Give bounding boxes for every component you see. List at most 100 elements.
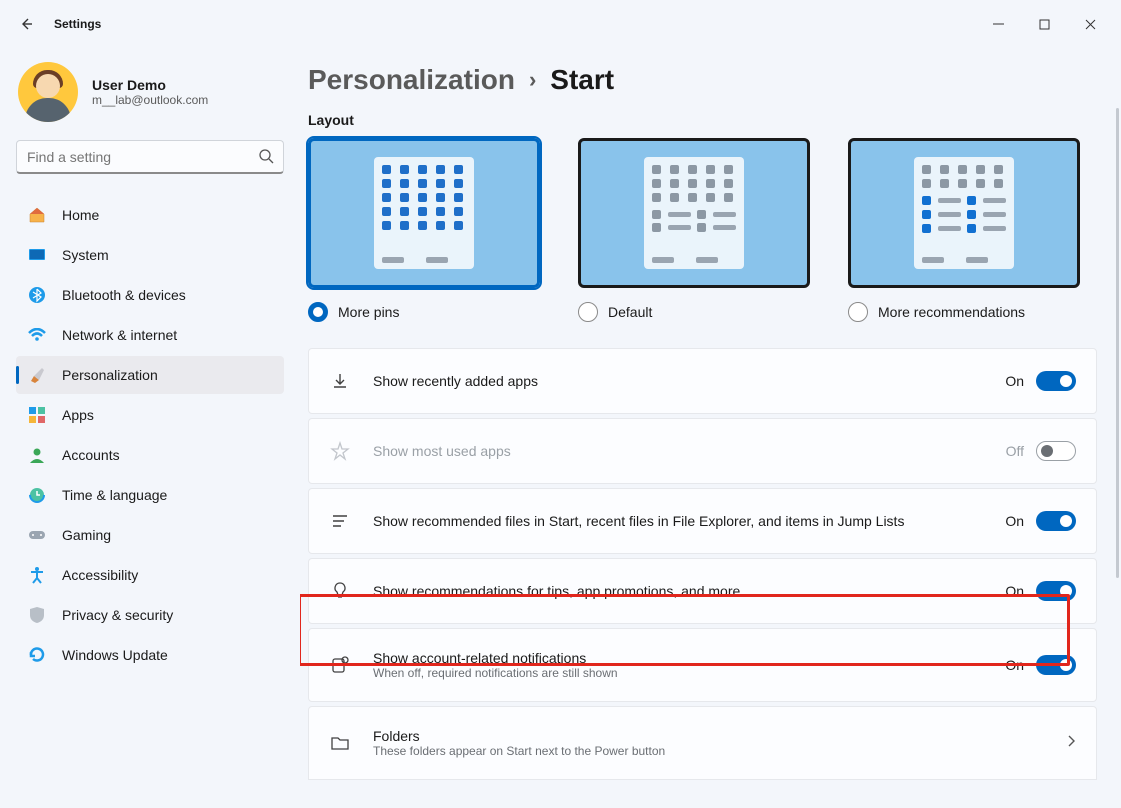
breadcrumb: Personalization › Start [308, 64, 1097, 96]
toggle-state: On [1005, 657, 1024, 673]
nav-system[interactable]: System [16, 236, 284, 274]
nav-accounts[interactable]: Accounts [16, 436, 284, 474]
toggle-state: Off [1006, 443, 1024, 459]
system-icon [28, 246, 46, 264]
nav-privacy[interactable]: Privacy & security [16, 596, 284, 634]
toggle[interactable] [1036, 655, 1076, 675]
setting-title: Show recommendations for tips, app promo… [373, 583, 983, 599]
radio[interactable] [308, 302, 328, 322]
nav-label: System [62, 247, 109, 263]
breadcrumb-current: Start [550, 64, 614, 96]
layout-options: More pins Default [308, 138, 1097, 322]
nav-home[interactable]: Home [16, 196, 284, 234]
lightbulb-icon [329, 581, 351, 601]
shield-icon [28, 606, 46, 624]
nav-update[interactable]: Windows Update [16, 636, 284, 674]
nav-label: Home [62, 207, 99, 223]
scrollbar[interactable] [1116, 108, 1119, 578]
layout-option-default[interactable]: Default [578, 138, 810, 322]
chevron-right-icon [1066, 734, 1076, 753]
setting-title: Show recommended files in Start, recent … [373, 513, 983, 529]
setting-title: Show account-related notifications [373, 650, 983, 666]
wifi-icon [28, 326, 46, 344]
list-icon [329, 511, 351, 531]
chevron-right-icon: › [529, 67, 536, 93]
layout-thumb [578, 138, 810, 288]
close-button[interactable] [1067, 8, 1113, 40]
setting-most-used: Show most used apps Off [308, 418, 1097, 484]
nav-label: Personalization [62, 367, 158, 383]
layout-thumb [848, 138, 1080, 288]
gamepad-icon [28, 526, 46, 544]
nav-personalization[interactable]: Personalization [16, 356, 284, 394]
setting-recommendations-tips[interactable]: Show recommendations for tips, app promo… [308, 558, 1097, 624]
setting-folders[interactable]: FoldersThese folders appear on Start nex… [308, 706, 1097, 780]
minimize-button[interactable] [975, 8, 1021, 40]
nav-label: Bluetooth & devices [62, 287, 186, 303]
title-bar: Settings [0, 0, 1121, 48]
nav-bluetooth[interactable]: Bluetooth & devices [16, 276, 284, 314]
nav-label: Apps [62, 407, 94, 423]
search-input[interactable] [16, 140, 284, 174]
window-title: Settings [54, 17, 101, 31]
user-account-row[interactable]: User Demo m__lab@outlook.com [16, 58, 284, 140]
settings-list: Show recently added apps On Show most us… [308, 348, 1097, 780]
toggle [1036, 441, 1076, 461]
layout-label: Layout [308, 112, 1097, 128]
nav-list: Home System Bluetooth & devices Network … [16, 196, 284, 674]
download-icon [329, 371, 351, 391]
nav-label: Time & language [62, 487, 167, 503]
layout-option-more-recs[interactable]: More recommendations [848, 138, 1080, 322]
clock-icon [28, 486, 46, 504]
toggle-state: On [1005, 373, 1024, 389]
radio[interactable] [848, 302, 868, 322]
star-icon [329, 441, 351, 461]
setting-subtitle: When off, required notifications are sti… [373, 666, 983, 680]
nav-gaming[interactable]: Gaming [16, 516, 284, 554]
user-email: m__lab@outlook.com [92, 93, 208, 107]
avatar [18, 62, 78, 122]
layout-thumb [308, 138, 540, 288]
apps-icon [28, 406, 46, 424]
setting-recommended-files[interactable]: Show recommended files in Start, recent … [308, 488, 1097, 554]
radio[interactable] [578, 302, 598, 322]
breadcrumb-parent[interactable]: Personalization [308, 64, 515, 96]
user-name: User Demo [92, 77, 208, 93]
nav-time[interactable]: Time & language [16, 476, 284, 514]
nav-network[interactable]: Network & internet [16, 316, 284, 354]
search-icon [258, 148, 274, 169]
nav-label: Windows Update [62, 647, 168, 663]
update-icon [28, 646, 46, 664]
paintbrush-icon [28, 366, 46, 384]
setting-subtitle: These folders appear on Start next to th… [373, 744, 1044, 758]
layout-option-more-pins[interactable]: More pins [308, 138, 540, 322]
content-area: Personalization › Start Layout More pins [300, 48, 1121, 808]
back-button[interactable] [16, 14, 36, 34]
maximize-button[interactable] [1021, 8, 1067, 40]
accessibility-icon [28, 566, 46, 584]
bluetooth-icon [28, 286, 46, 304]
setting-account-notifications[interactable]: Show account-related notificationsWhen o… [308, 628, 1097, 702]
nav-accessibility[interactable]: Accessibility [16, 556, 284, 594]
radio-label: More recommendations [878, 304, 1025, 320]
radio-label: Default [608, 304, 652, 320]
search-box[interactable] [16, 140, 284, 174]
setting-title: Show recently added apps [373, 373, 983, 389]
folder-icon [329, 734, 351, 752]
badge-icon [329, 655, 351, 675]
setting-recently-added[interactable]: Show recently added apps On [308, 348, 1097, 414]
nav-label: Accounts [62, 447, 120, 463]
radio-label: More pins [338, 304, 399, 320]
toggle[interactable] [1036, 371, 1076, 391]
toggle[interactable] [1036, 511, 1076, 531]
nav-label: Privacy & security [62, 607, 173, 623]
person-icon [28, 446, 46, 464]
nav-label: Network & internet [62, 327, 177, 343]
setting-title: Folders [373, 728, 1044, 744]
nav-apps[interactable]: Apps [16, 396, 284, 434]
nav-label: Gaming [62, 527, 111, 543]
sidebar: User Demo m__lab@outlook.com Home System… [0, 48, 300, 808]
home-icon [28, 206, 46, 224]
toggle[interactable] [1036, 581, 1076, 601]
toggle-state: On [1005, 583, 1024, 599]
